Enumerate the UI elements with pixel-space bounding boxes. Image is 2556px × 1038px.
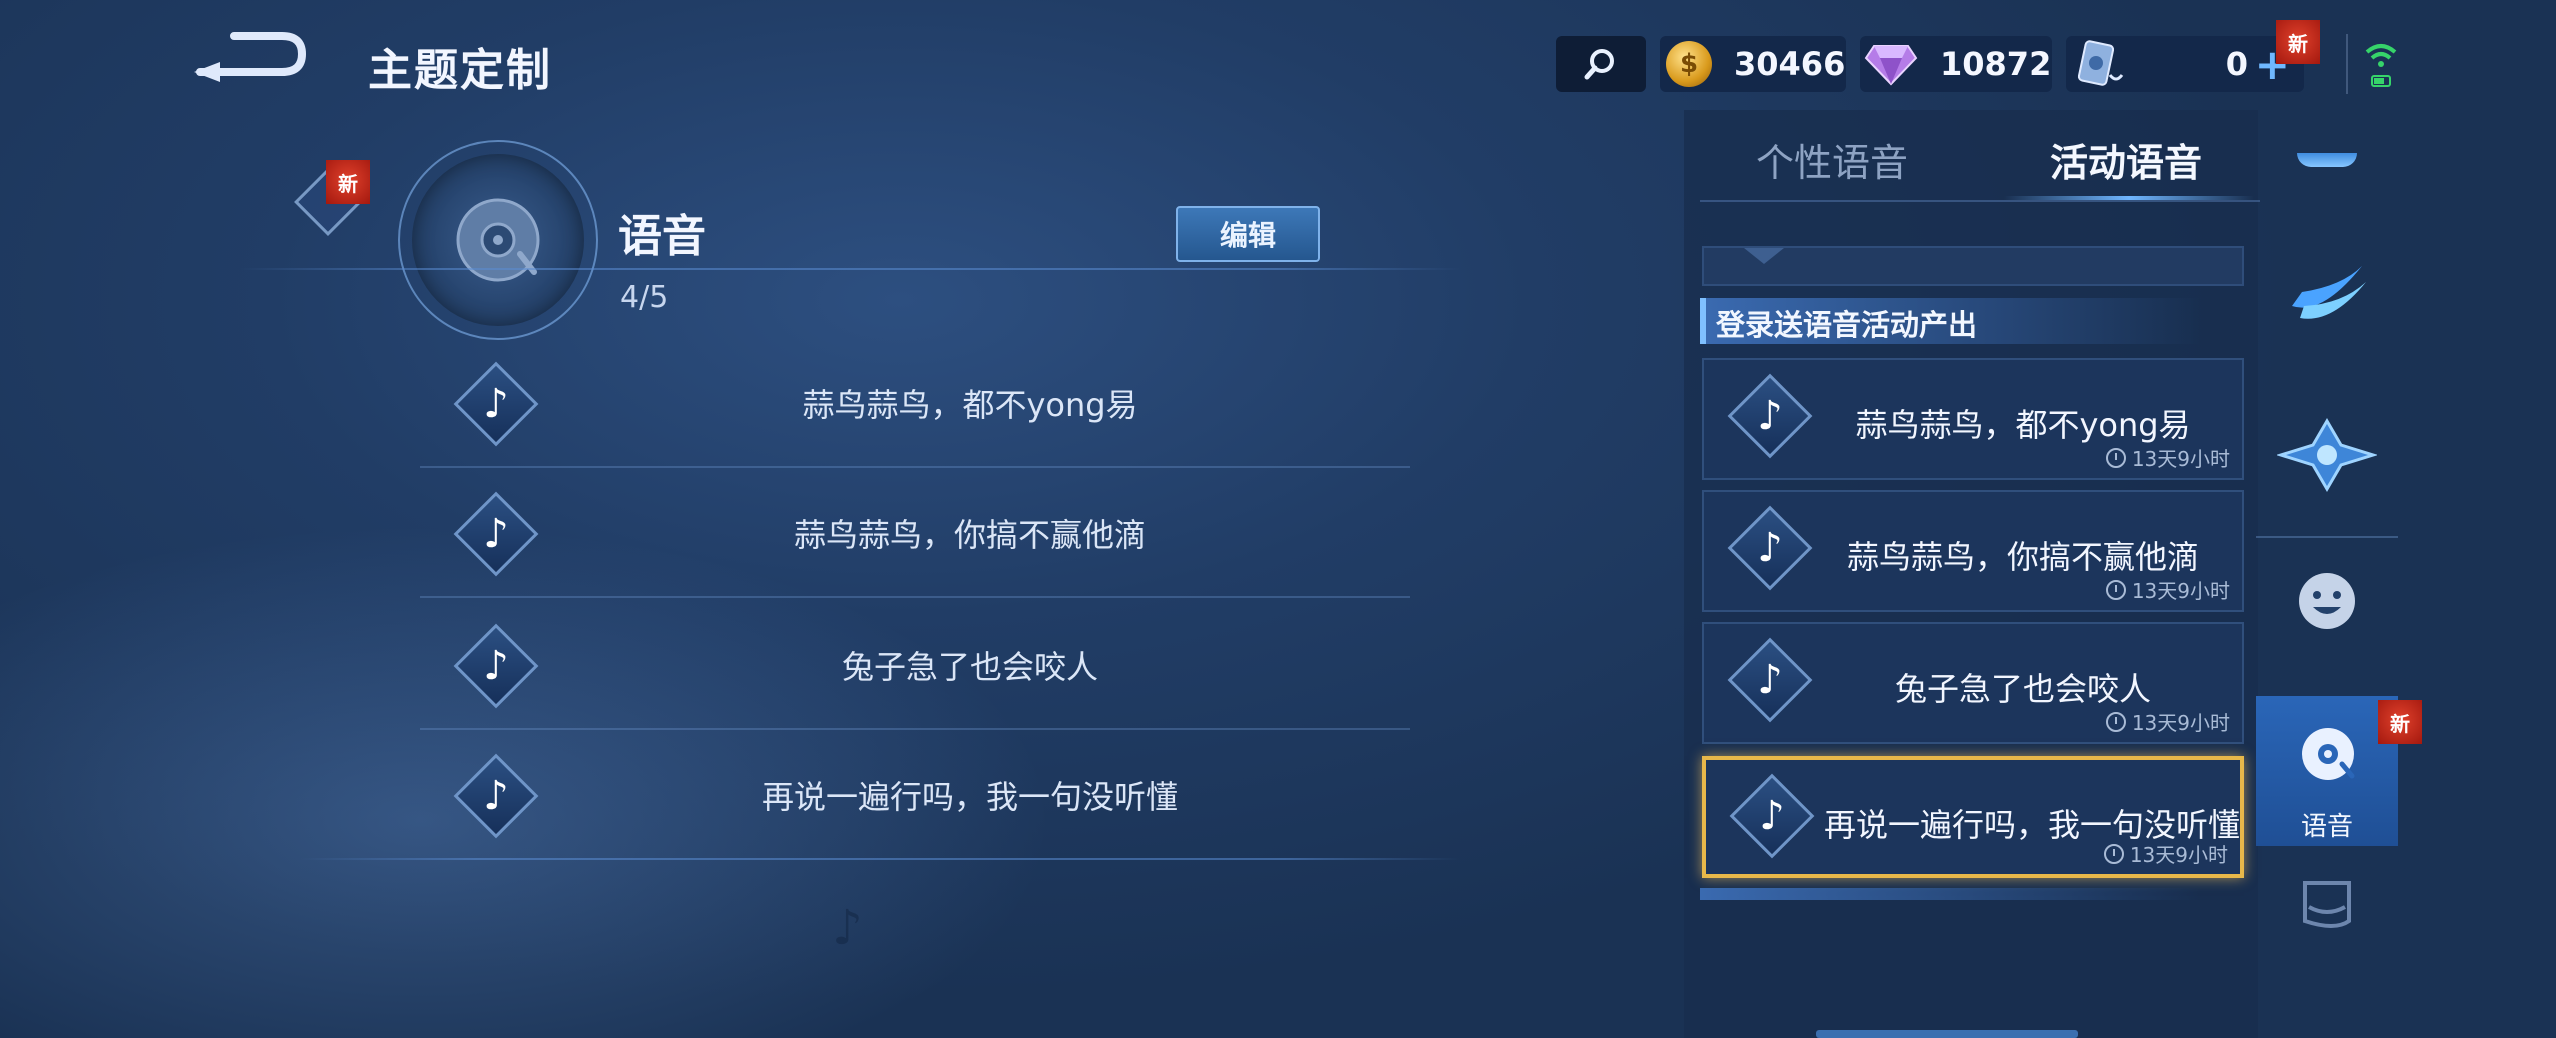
voice-section-title: 语音 xyxy=(618,211,706,262)
gem-currency[interactable]: 10872 xyxy=(1860,36,2052,92)
tab-personal-voice[interactable]: 个性语音 xyxy=(1756,132,1908,187)
clock-icon xyxy=(2105,711,2126,732)
row-divider xyxy=(420,596,1410,598)
voice-card-text: 兔子急了也会咬人 xyxy=(1894,670,2151,708)
equipped-voice-row[interactable]: ♪ 兔子急了也会咬人 xyxy=(400,602,1420,730)
gold-currency[interactable]: $ 30466 xyxy=(1660,36,1846,92)
search-button[interactable] xyxy=(1556,36,1646,92)
music-note-icon: ♪ xyxy=(453,623,539,709)
tab-baseline xyxy=(1700,200,2260,202)
voice-card-text: 蒜鸟蒜鸟，都不yong易 xyxy=(1855,406,2191,444)
sidebar-item-card[interactable] xyxy=(2256,846,2398,966)
top-divider xyxy=(2346,34,2348,94)
active-tab-indicator xyxy=(2004,196,2254,200)
voice-line-text: 蒜鸟蒜鸟，都不yong易 xyxy=(802,386,1138,424)
next-group-title xyxy=(1700,888,2200,900)
sidebar-item-top[interactable] xyxy=(2256,130,2398,190)
back-arrow-icon xyxy=(194,32,307,82)
voice-card[interactable]: ♪ 蒜鸟蒜鸟，都不yong易 13天9小时 xyxy=(1702,358,2244,480)
gold-amount: 30466 xyxy=(1734,45,1846,83)
music-note-icon: ♪ xyxy=(1727,505,1813,591)
voice-disc-icon xyxy=(412,154,584,326)
music-note-icon: ♪ xyxy=(453,753,539,839)
new-badge: 新 xyxy=(326,160,370,204)
music-note-icon: ♪ xyxy=(1727,637,1813,723)
swirl-effect-icon xyxy=(2292,266,2366,319)
new-badge: 新 xyxy=(2378,700,2422,744)
voice-line-text: 兔子急了也会咬人 xyxy=(841,648,1098,686)
sidebar-item-effect[interactable] xyxy=(2256,226,2398,356)
voice-line-text: 再说一遍行吗，我一句没听懂 xyxy=(761,778,1178,816)
effect-icon xyxy=(2297,153,2357,167)
gem-amount: 10872 xyxy=(1940,45,2052,83)
new-badge: 新 xyxy=(2276,20,2320,64)
voice-card-selected[interactable]: ♪ 再说一遍行吗，我一句没听懂 13天9小时 xyxy=(1702,756,2244,878)
sidebar-item-label: 语音 xyxy=(2300,812,2353,842)
voice-card[interactable]: ♪ 兔子急了也会咬人 13天9小时 xyxy=(1702,622,2244,744)
music-note-icon: ♪ xyxy=(453,361,539,447)
wifi-signal-icon xyxy=(2365,44,2397,87)
clock-icon xyxy=(2105,447,2126,468)
sidebar-item-emoji[interactable] xyxy=(2256,536,2398,666)
chevron-down-icon xyxy=(1744,248,1784,264)
voice-disc-icon xyxy=(2302,728,2355,780)
back-button[interactable] xyxy=(190,28,310,92)
row-divider xyxy=(420,466,1410,468)
voice-line-text: 蒜鸟蒜鸟，你搞不赢他滴 xyxy=(793,516,1146,554)
voice-count: 4/5 xyxy=(620,280,669,315)
card-amount: 0 xyxy=(2225,45,2248,83)
equipped-voice-row[interactable]: ♪ 蒜鸟蒜鸟，你搞不赢他滴 xyxy=(400,470,1420,598)
music-note-icon: ♪ xyxy=(1729,773,1815,859)
card-currency[interactable]: 0 + xyxy=(2066,36,2304,92)
music-note-icon: ♪ xyxy=(1727,373,1813,459)
card-ticket-icon xyxy=(2077,40,2124,86)
empty-slot-note-icon[interactable]: ♪ xyxy=(832,900,863,956)
gem-icon xyxy=(1864,45,1918,86)
card-icon xyxy=(2303,881,2351,928)
expiry-timer: 13天9小时 xyxy=(2105,443,2230,472)
voice-card-text: 蒜鸟蒜鸟，你搞不赢他滴 xyxy=(1846,538,2199,576)
emoji-icon xyxy=(2299,573,2355,629)
equipped-voice-row[interactable]: ♪ 蒜鸟蒜鸟，都不yong易 xyxy=(400,340,1420,468)
panel-bottom-line xyxy=(300,858,1460,860)
tab-activity-voice[interactable]: 活动语音 xyxy=(2050,132,2202,187)
search-icon xyxy=(1584,49,1614,80)
gold-coin-icon: $ xyxy=(1666,41,1712,87)
group-title: 登录送语音活动产出 xyxy=(1700,298,2200,344)
header-line xyxy=(240,268,1460,270)
clock-icon xyxy=(2105,579,2126,600)
bottom-tab-indicator xyxy=(1816,1030,2078,1038)
voice-card[interactable]: ♪ 蒜鸟蒜鸟，你搞不赢他滴 13天9小时 xyxy=(1702,490,2244,612)
clock-icon xyxy=(2103,843,2124,864)
sidebar-item-frame[interactable] xyxy=(2256,390,2398,520)
list-item[interactable] xyxy=(1702,246,2244,286)
equipped-voice-row[interactable]: ♪ 再说一遍行吗，我一句没听懂 xyxy=(400,732,1420,860)
page-title: 主题定制 xyxy=(368,45,552,96)
expiry-timer: 13天9小时 xyxy=(2105,707,2230,736)
crest-frame-icon xyxy=(2277,418,2377,492)
music-note-icon: ♪ xyxy=(453,491,539,577)
expiry-timer: 13天9小时 xyxy=(2105,575,2230,604)
edit-button[interactable]: 编辑 xyxy=(1176,206,1320,262)
expiry-timer: 13天9小时 xyxy=(2103,839,2228,868)
row-divider xyxy=(420,728,1410,730)
